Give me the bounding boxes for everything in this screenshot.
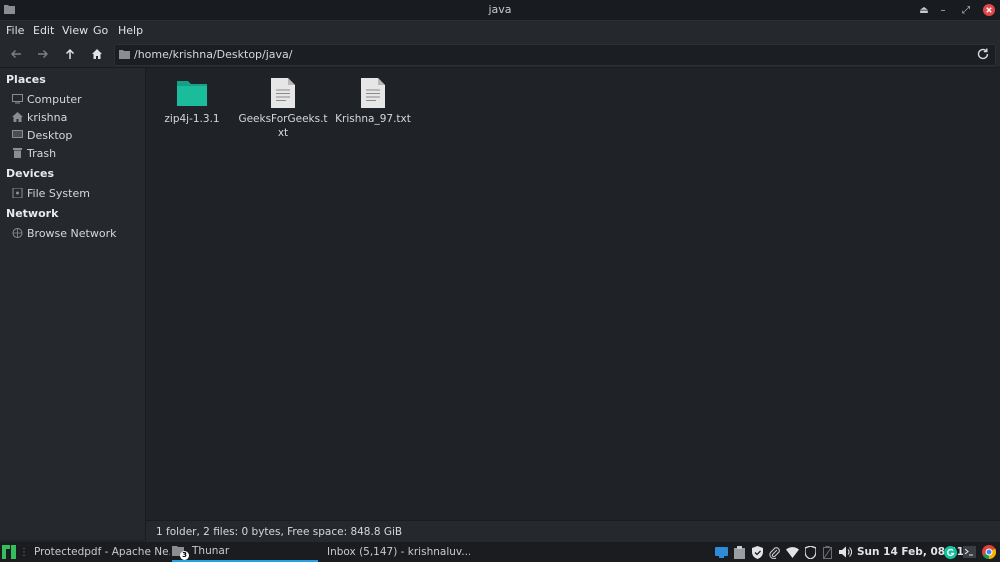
forward-button[interactable] bbox=[34, 45, 52, 63]
minimize-window-icon[interactable]: – bbox=[936, 3, 950, 17]
arrow-right-icon bbox=[38, 50, 48, 58]
task-thunar[interactable]: Thunar 3 bbox=[172, 542, 318, 562]
file-item-text[interactable]: GeeksForGeeks.txt bbox=[238, 78, 328, 140]
file-name: Krishna_97.txt bbox=[335, 113, 411, 125]
vpn-shield-icon[interactable] bbox=[803, 545, 817, 559]
location-path[interactable]: /home/krishna/Desktop/java/ bbox=[134, 48, 293, 61]
arrow-up-icon bbox=[65, 48, 75, 59]
status-text: 1 folder, 2 files: 0 bytes, Free space: … bbox=[156, 526, 403, 538]
text-file-icon bbox=[361, 78, 385, 108]
chrome-icon[interactable] bbox=[982, 545, 996, 559]
file-name: zip4j-1.3.1 bbox=[164, 113, 220, 125]
trash-icon bbox=[13, 148, 22, 158]
maximize-window-icon[interactable]: ⤢ bbox=[959, 3, 973, 17]
task-inbox[interactable]: Inbox (5,147) - krishnaluv... bbox=[320, 542, 470, 562]
sidebar-section-places[interactable]: Places bbox=[6, 73, 46, 86]
manjaro-menu-icon[interactable] bbox=[2, 545, 16, 559]
sidebar-item-file-system[interactable]: File System bbox=[12, 185, 90, 201]
parent-folder-button[interactable] bbox=[61, 45, 79, 63]
clipboard-icon[interactable] bbox=[732, 545, 746, 559]
home-icon bbox=[92, 49, 102, 59]
wifi-icon[interactable] bbox=[785, 545, 799, 559]
file-view[interactable]: zip4j-1.3.1 GeeksForGeeks.txt Krishna_97… bbox=[146, 68, 1000, 520]
sidebar-item-label: Computer bbox=[27, 92, 82, 106]
sidebar-item-label: krishna bbox=[27, 110, 68, 124]
location-bar[interactable]: /home/krishna/Desktop/java/ bbox=[114, 44, 996, 66]
file-item-text[interactable]: Krishna_97.txt bbox=[328, 78, 418, 126]
terminal-icon[interactable] bbox=[962, 545, 976, 559]
folder-icon bbox=[119, 50, 130, 59]
toolbar: /home/krishna/Desktop/java/ bbox=[0, 41, 1000, 68]
sidebar-item-trash[interactable]: Trash bbox=[12, 145, 56, 161]
volume-icon[interactable] bbox=[838, 545, 852, 559]
screen-icon[interactable] bbox=[714, 545, 728, 559]
shield-icon[interactable] bbox=[750, 545, 764, 559]
paperclip-icon[interactable] bbox=[767, 545, 781, 559]
sidebar-item-label: Trash bbox=[27, 146, 57, 160]
text-file-icon bbox=[271, 78, 295, 108]
drive-icon bbox=[12, 188, 23, 198]
taskbar: ⋮ Protectedpdf - Apache Ne... Thunar 3 I… bbox=[0, 542, 1000, 562]
task-label: Protectedpdf - Apache Ne... bbox=[34, 546, 170, 558]
sidebar-item-computer[interactable]: Computer bbox=[12, 91, 82, 107]
home-icon bbox=[12, 112, 23, 122]
sidebar-item-krishna[interactable]: krishna bbox=[12, 109, 67, 125]
shade-window-icon[interactable]: ⏏ bbox=[917, 3, 931, 17]
menu-help[interactable]: Help bbox=[118, 24, 143, 37]
arrow-left-icon bbox=[11, 50, 21, 58]
close-window-icon[interactable] bbox=[982, 3, 996, 17]
window-titlebar: java ⏏ – ⤢ bbox=[0, 0, 1000, 21]
back-button[interactable] bbox=[7, 45, 25, 63]
computer-icon bbox=[12, 94, 23, 104]
sidebar-item-label: File System bbox=[27, 186, 90, 200]
network-icon bbox=[12, 228, 23, 238]
file-name: GeeksForGeeks.txt bbox=[238, 113, 328, 139]
sidebar-item-desktop[interactable]: Desktop bbox=[12, 127, 72, 143]
reload-icon[interactable] bbox=[976, 47, 990, 61]
sidebar-item-label: Browse Network bbox=[27, 226, 117, 240]
home-button[interactable] bbox=[88, 45, 106, 63]
task-protectedpdf[interactable]: Protectedpdf - Apache Ne... bbox=[28, 542, 170, 562]
grammarly-icon[interactable] bbox=[943, 545, 957, 559]
status-bar: 1 folder, 2 files: 0 bytes, Free space: … bbox=[146, 520, 1000, 543]
menu-go[interactable]: Go bbox=[93, 24, 108, 37]
window-title: java bbox=[488, 3, 512, 16]
sidebar: Places Computer krishna Desktop Trash De… bbox=[0, 68, 146, 540]
battery-icon[interactable] bbox=[820, 545, 834, 559]
sidebar-section-network[interactable]: Network bbox=[6, 207, 58, 220]
file-item-folder[interactable]: zip4j-1.3.1 bbox=[147, 78, 237, 126]
sidebar-item-browse-network[interactable]: Browse Network bbox=[12, 225, 116, 241]
menu-edit[interactable]: Edit bbox=[33, 24, 54, 37]
sidebar-section-devices[interactable]: Devices bbox=[6, 167, 54, 180]
menu-view[interactable]: View bbox=[62, 24, 88, 37]
task-label: Thunar bbox=[192, 545, 230, 557]
sidebar-item-label: Desktop bbox=[27, 128, 73, 142]
menu-file[interactable]: File bbox=[6, 24, 24, 37]
menu-bar: File Edit View Go Help bbox=[0, 21, 1000, 41]
folder-icon bbox=[177, 81, 207, 106]
task-label: Inbox (5,147) - krishnaluv... bbox=[327, 546, 470, 558]
window-count-badge: 3 bbox=[180, 551, 189, 560]
desktop-icon bbox=[12, 130, 23, 138]
